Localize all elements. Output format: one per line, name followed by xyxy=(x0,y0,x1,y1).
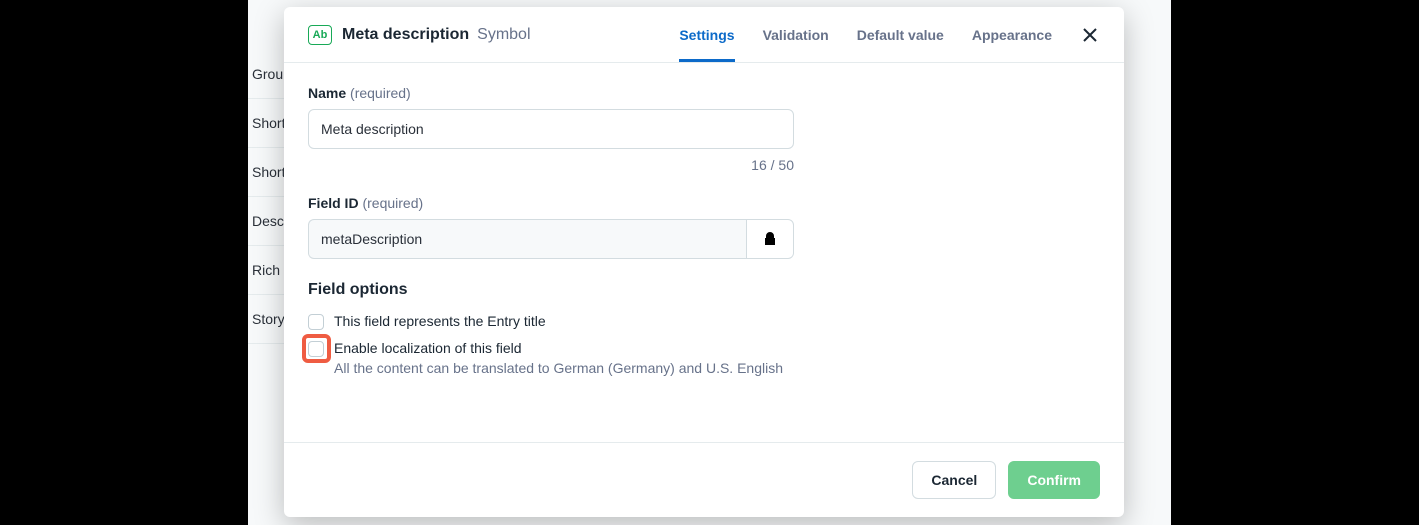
entry-title-label: This field represents the Entry title xyxy=(334,313,546,329)
field-id-input[interactable] xyxy=(308,219,746,259)
lock-icon xyxy=(764,232,776,246)
tab-default-value[interactable]: Default value xyxy=(857,7,944,62)
tab-validation[interactable]: Validation xyxy=(763,7,829,62)
name-char-counter: 16 / 50 xyxy=(308,157,794,173)
modal-title: Meta description xyxy=(342,26,469,44)
name-input[interactable] xyxy=(308,109,794,149)
modal-body: Name (required) 16 / 50 Field ID (requir… xyxy=(284,63,1124,442)
field-id-group: Field ID (required) xyxy=(308,195,1100,259)
field-options-heading: Field options xyxy=(308,281,1100,299)
field-id-label-text: Field ID xyxy=(308,195,359,211)
entry-title-option: This field represents the Entry title xyxy=(308,313,1100,330)
tab-settings[interactable]: Settings xyxy=(679,7,734,62)
tab-appearance[interactable]: Appearance xyxy=(972,7,1052,62)
confirm-button[interactable]: Confirm xyxy=(1008,461,1100,499)
field-id-label: Field ID (required) xyxy=(308,195,1100,211)
field-id-required: (required) xyxy=(362,195,423,211)
tabs: Settings Validation Default value Appear… xyxy=(679,7,1052,62)
localization-option: Enable localization of this field All th… xyxy=(308,340,1100,376)
name-field-group: Name (required) 16 / 50 xyxy=(308,85,1100,173)
entry-title-checkbox[interactable] xyxy=(308,314,324,330)
localization-checkbox[interactable] xyxy=(308,341,324,357)
localization-helper: All the content can be translated to Ger… xyxy=(334,360,783,376)
close-button[interactable] xyxy=(1080,25,1100,45)
field-settings-modal: Ab Meta description Symbol Settings Vali… xyxy=(284,7,1124,517)
cancel-button[interactable]: Cancel xyxy=(912,461,996,499)
field-id-wrap xyxy=(308,219,794,259)
localization-label: Enable localization of this field xyxy=(334,340,783,356)
name-label: Name (required) xyxy=(308,85,1100,101)
name-required: (required) xyxy=(350,85,411,101)
close-icon xyxy=(1083,28,1097,42)
field-id-lock-button[interactable] xyxy=(746,219,794,259)
modal-footer: Cancel Confirm xyxy=(284,442,1124,517)
name-label-text: Name xyxy=(308,85,346,101)
modal-header: Ab Meta description Symbol Settings Vali… xyxy=(284,7,1124,63)
modal-subtitle: Symbol xyxy=(477,26,530,44)
field-type-badge: Ab xyxy=(308,25,332,45)
